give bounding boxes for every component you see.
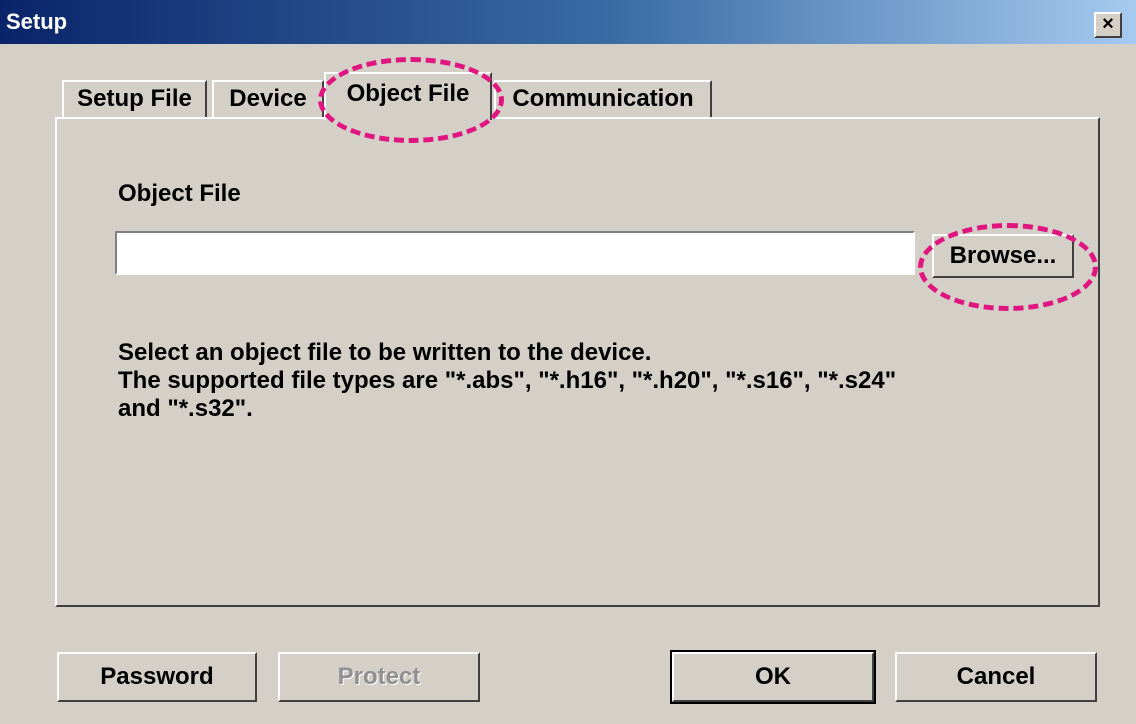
tab-communication[interactable]: Communication	[494, 80, 712, 118]
description-line: and "*.s32".	[118, 395, 253, 422]
cancel-button[interactable]: Cancel	[895, 652, 1097, 702]
description-line: Select an object file to be written to t…	[118, 339, 652, 366]
window-title: Setup	[6, 9, 68, 34]
browse-button[interactable]: Browse...	[932, 234, 1074, 278]
protect-button[interactable]: Protect	[278, 652, 480, 702]
title-bar: Setup ×	[0, 0, 1136, 44]
tab-setup-file[interactable]: Setup File	[62, 80, 207, 118]
password-button[interactable]: Password	[57, 652, 257, 702]
ok-button[interactable]: OK	[670, 650, 876, 704]
close-button[interactable]: ×	[1094, 12, 1122, 38]
setup-dialog: Setup × Setup File Device Object File Co…	[0, 0, 1136, 724]
object-file-input[interactable]	[115, 231, 915, 275]
description-line: The supported file types are "*.abs", "*…	[118, 367, 897, 394]
object-file-label: Object File	[118, 180, 241, 207]
tab-object-file[interactable]: Object File	[324, 72, 492, 120]
description: Select an object file to be written to t…	[118, 339, 896, 423]
tab-device[interactable]: Device	[212, 80, 324, 118]
